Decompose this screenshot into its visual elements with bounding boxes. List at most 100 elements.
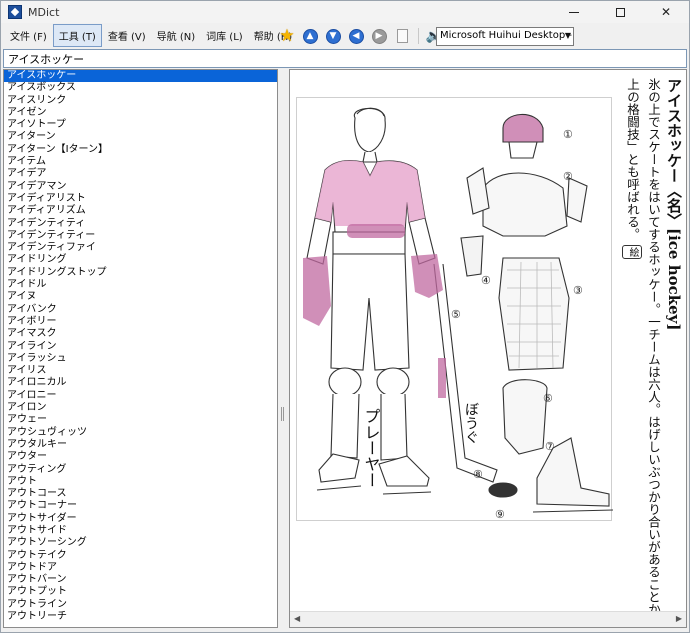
list-item[interactable]: アイデア — [4, 168, 277, 180]
favorites-button[interactable]: ★ — [278, 27, 296, 45]
copy-button[interactable] — [393, 27, 411, 45]
list-item[interactable]: アウトコース — [4, 488, 277, 500]
list-item[interactable]: アイヌ — [4, 291, 277, 303]
callout-5: ⑤ — [451, 308, 461, 321]
entry-definition-cont-text: 上の格闘技」とも呼ばれる。 — [625, 78, 640, 241]
callout-8: ⑧ — [473, 468, 483, 481]
list-item[interactable]: アウトサイダー — [4, 513, 277, 525]
menu-library[interactable]: 词库 (L) — [201, 25, 248, 46]
entry-definition: 氷の上でスケートをはいてするホッケー。一チームは六人。はげしいぶつかり合いがある… — [646, 78, 661, 628]
list-item[interactable]: アイデンティティ — [4, 218, 277, 230]
list-item[interactable]: アイスボックス — [4, 82, 277, 94]
list-item[interactable]: アイロン — [4, 402, 277, 414]
list-item[interactable]: アウトテイク — [4, 550, 277, 562]
toolbar-separator — [418, 28, 419, 44]
list-item[interactable]: アイマスク — [4, 328, 277, 340]
list-item[interactable]: アイデアマン — [4, 181, 277, 193]
dictionary-entry: アイスホッケー〈名〉[ice hockey] 氷の上でスケートをはいてするホッケ… — [612, 78, 684, 628]
arrow-down-icon: ▼ — [325, 28, 341, 44]
title-bar: MDict ✕ — [1, 1, 689, 23]
arrow-forward-icon: ▶ — [371, 28, 387, 44]
list-item[interactable]: アイロニカル — [4, 377, 277, 389]
callout-4: ④ — [481, 274, 491, 287]
list-item[interactable]: アウト — [4, 476, 277, 488]
entry-headword: アイスホッケー — [665, 78, 683, 183]
previous-word-button[interactable]: ▲ — [301, 27, 319, 45]
pane-splitter[interactable] — [279, 69, 287, 628]
list-item[interactable]: アウトコーナー — [4, 500, 277, 512]
list-item[interactable]: アイドリングストップ — [4, 267, 277, 279]
jersey-fill-shape — [315, 160, 425, 226]
list-item[interactable]: アウトライン — [4, 599, 277, 611]
list-item[interactable]: アイリス — [4, 365, 277, 377]
list-item[interactable]: アイディアリスト — [4, 193, 277, 205]
list-item[interactable]: アイターン — [4, 131, 277, 143]
close-button[interactable]: ✕ — [643, 1, 689, 23]
callout-9: ⑨ — [495, 508, 505, 521]
scroll-left-icon[interactable]: ◀ — [294, 614, 300, 623]
callout-2: ② — [563, 170, 573, 183]
hockey-illustration: ① ② ③ ④ ⑤ ⑥ ⑦ ⑧ ⑨ プレーヤー ぼうぐ — [296, 97, 614, 521]
maximize-button[interactable] — [597, 1, 643, 23]
list-item[interactable]: アウトサイド — [4, 525, 277, 537]
list-item[interactable]: アイデンティファイ — [4, 242, 277, 254]
next-word-button[interactable]: ▼ — [324, 27, 342, 45]
list-item[interactable]: アウトソーシング — [4, 537, 277, 549]
document-icon — [396, 29, 408, 43]
minimize-button[interactable] — [551, 1, 597, 23]
list-item[interactable]: アイロニー — [4, 390, 277, 402]
list-item[interactable]: アイソトープ — [4, 119, 277, 131]
list-item[interactable]: アイゼン — [4, 107, 277, 119]
horizontal-scrollbar[interactable]: ◀ ▶ — [290, 611, 686, 627]
list-item[interactable]: アイスリンク — [4, 95, 277, 107]
list-item[interactable]: アウトリーチ — [4, 611, 277, 623]
list-item[interactable]: アイボリー — [4, 316, 277, 328]
glove-l-shape — [303, 256, 331, 326]
figure-icon[interactable]: 絵 — [622, 244, 642, 259]
list-item[interactable]: アウタルキー — [4, 439, 277, 451]
list-item[interactable]: アウトプット — [4, 586, 277, 598]
toolbar: ★ ▲ ▼ ◀ ▶ 🔈 — [278, 25, 448, 47]
list-item[interactable]: アウトバーン — [4, 574, 277, 586]
list-item[interactable]: アイドル — [4, 279, 277, 291]
list-item[interactable]: アウティング — [4, 464, 277, 476]
splitter-grip-icon — [281, 407, 284, 421]
entry-pos: 〈名〉 — [665, 183, 683, 228]
list-item[interactable]: アイラッシュ — [4, 353, 277, 365]
list-item[interactable]: アイバンク — [4, 304, 277, 316]
close-icon: ✕ — [660, 5, 672, 19]
window-title: MDict — [28, 5, 60, 19]
list-item[interactable]: アイディアリズム — [4, 205, 277, 217]
list-item[interactable]: アウター — [4, 451, 277, 463]
scroll-right-icon[interactable]: ▶ — [676, 614, 682, 623]
menu-view[interactable]: 查看 (V) — [103, 25, 151, 46]
player-label: プレーヤー — [362, 408, 381, 488]
app-window: MDict ✕ 文件 (F) 工具 (T) 查看 (V) 导航 (N) 词库 (… — [0, 0, 690, 633]
list-item[interactable]: アイデンティティー — [4, 230, 277, 242]
search-input[interactable] — [3, 49, 687, 68]
callout-1: ① — [563, 128, 573, 141]
voice-select[interactable]: Microsoft Huihui Desktop - C ▼ — [436, 27, 574, 46]
belt-fill-shape — [347, 224, 405, 238]
menu-navigate[interactable]: 导航 (N) — [152, 25, 200, 46]
list-item[interactable]: アウシュヴィッツ — [4, 427, 277, 439]
gear-label: ぼうぐ — [463, 402, 479, 444]
list-item[interactable]: アウトドア — [4, 562, 277, 574]
menu-tools[interactable]: 工具 (T) — [52, 23, 102, 47]
list-item[interactable]: アイテム — [4, 156, 277, 168]
callout-6: ⑥ — [543, 392, 553, 405]
list-item[interactable]: アイターン【Iターン】 — [4, 144, 277, 156]
list-item[interactable]: アイライン — [4, 341, 277, 353]
entry-headword-column: アイスホッケー〈名〉[ice hockey] — [664, 78, 684, 618]
forward-button[interactable]: ▶ — [370, 27, 388, 45]
menu-file[interactable]: 文件 (F) — [5, 25, 52, 46]
entry-definition-cont: 上の格闘技」とも呼ばれる。絵 — [622, 78, 642, 618]
list-item[interactable]: アウェー — [4, 414, 277, 426]
back-button[interactable]: ◀ — [347, 27, 365, 45]
list-item[interactable]: アイスホッケー — [4, 70, 277, 83]
word-list[interactable]: アイスホッケー アイスボックス アイスリンク アイゼン アイソトープ アイターン アイターン… — [3, 69, 278, 628]
minimize-icon — [569, 11, 579, 13]
list-item[interactable]: アイドリング — [4, 254, 277, 266]
glove-r-shape — [411, 254, 443, 298]
star-icon: ★ — [279, 25, 295, 46]
